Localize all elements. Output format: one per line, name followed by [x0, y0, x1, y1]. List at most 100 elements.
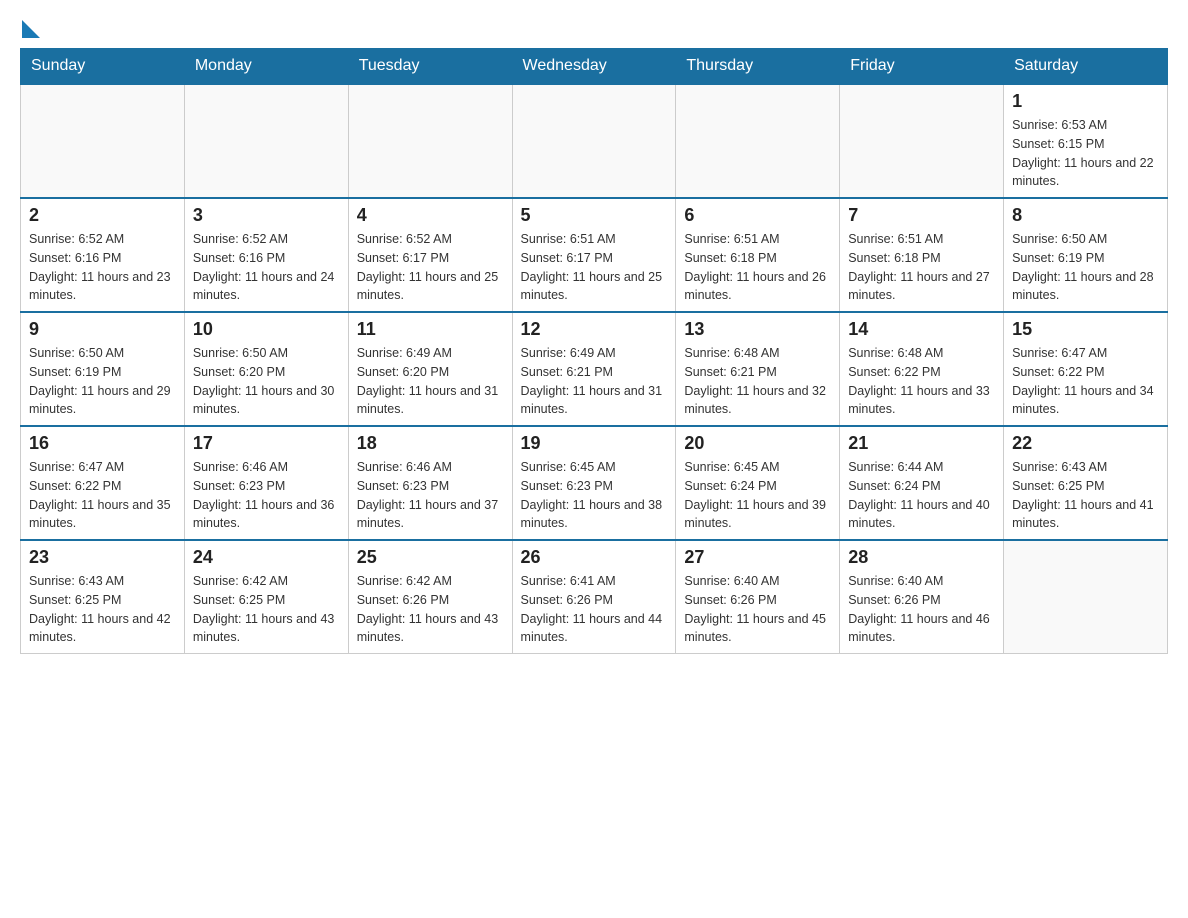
calendar-cell: 22Sunrise: 6:43 AMSunset: 6:25 PMDayligh… — [1004, 426, 1168, 540]
day-number: 20 — [684, 433, 831, 454]
calendar-cell: 17Sunrise: 6:46 AMSunset: 6:23 PMDayligh… — [184, 426, 348, 540]
calendar-cell: 8 Sunrise: 6:50 AMSunset: 6:19 PMDaylight… — [1004, 198, 1168, 312]
day-number: 8 — [1012, 205, 1159, 226]
day-info: Sunrise: 6:46 AMSunset: 6:23 PMDaylight:… — [357, 458, 504, 533]
day-info: Sunrise: 6:40 AMSunset: 6:26 PMDaylight:… — [684, 572, 831, 647]
calendar-cell — [184, 84, 348, 198]
day-number: 9 — [29, 319, 176, 340]
calendar-cell: 12 Sunrise: 6:49 AMSunset: 6:21 PMDayligh… — [512, 312, 676, 426]
day-info: Sunrise: 6:51 AMSunset: 6:18 PMDaylight:… — [848, 230, 995, 305]
day-number: 12 — [521, 319, 668, 340]
day-info: Sunrise: 6:51 AMSunset: 6:17 PMDaylight:… — [521, 230, 668, 305]
calendar-cell: 13 Sunrise: 6:48 AMSunset: 6:21 PMDayligh… — [676, 312, 840, 426]
calendar-cell: 18 Sunrise: 6:46 AMSunset: 6:23 PMDayligh… — [348, 426, 512, 540]
header-monday: Monday — [184, 49, 348, 85]
day-info: Sunrise: 6:40 AMSunset: 6:26 PMDaylight:… — [848, 572, 995, 647]
day-info: Sunrise: 6:44 AMSunset: 6:24 PMDaylight:… — [848, 458, 995, 533]
day-number: 26 — [521, 547, 668, 568]
calendar-cell: 5 Sunrise: 6:51 AMSunset: 6:17 PMDaylight… — [512, 198, 676, 312]
calendar-cell: 24Sunrise: 6:42 AMSunset: 6:25 PMDayligh… — [184, 540, 348, 654]
day-info: Sunrise: 6:52 AMSunset: 6:16 PMDaylight:… — [29, 230, 176, 305]
calendar-week-2: 9Sunrise: 6:50 AMSunset: 6:19 PMDaylight… — [21, 312, 1168, 426]
day-number: 21 — [848, 433, 995, 454]
calendar-week-3: 16 Sunrise: 6:47 AMSunset: 6:22 PMDayligh… — [21, 426, 1168, 540]
calendar-week-1: 2Sunrise: 6:52 AMSunset: 6:16 PMDaylight… — [21, 198, 1168, 312]
day-info: Sunrise: 6:41 AMSunset: 6:26 PMDaylight:… — [521, 572, 668, 647]
logo — [20, 20, 40, 38]
day-info: Sunrise: 6:45 AMSunset: 6:23 PMDaylight:… — [521, 458, 668, 533]
calendar-cell: 23 Sunrise: 6:43 AMSunset: 6:25 PMDayligh… — [21, 540, 185, 654]
calendar-cell: 10 Sunrise: 6:50 AMSunset: 6:20 PMDayligh… — [184, 312, 348, 426]
page-header — [20, 20, 1168, 38]
day-info: Sunrise: 6:43 AMSunset: 6:25 PMDaylight:… — [1012, 458, 1159, 533]
calendar-cell — [21, 84, 185, 198]
header-sunday: Sunday — [21, 49, 185, 85]
calendar-cell: 1Sunrise: 6:53 AMSunset: 6:15 PMDaylight… — [1004, 84, 1168, 198]
logo-arrow-icon — [22, 20, 40, 38]
calendar-cell: 16 Sunrise: 6:47 AMSunset: 6:22 PMDayligh… — [21, 426, 185, 540]
day-number: 28 — [848, 547, 995, 568]
calendar-cell: 26 Sunrise: 6:41 AMSunset: 6:26 PMDayligh… — [512, 540, 676, 654]
header-wednesday: Wednesday — [512, 49, 676, 85]
calendar-cell: 4 Sunrise: 6:52 AMSunset: 6:17 PMDaylight… — [348, 198, 512, 312]
header-friday: Friday — [840, 49, 1004, 85]
calendar-cell — [1004, 540, 1168, 654]
day-number: 15 — [1012, 319, 1159, 340]
header-tuesday: Tuesday — [348, 49, 512, 85]
calendar-cell: 20 Sunrise: 6:45 AMSunset: 6:24 PMDayligh… — [676, 426, 840, 540]
calendar-cell: 28 Sunrise: 6:40 AMSunset: 6:26 PMDayligh… — [840, 540, 1004, 654]
day-info: Sunrise: 6:53 AMSunset: 6:15 PMDaylight:… — [1012, 116, 1159, 191]
day-info: Sunrise: 6:42 AMSunset: 6:26 PMDaylight:… — [357, 572, 504, 647]
day-number: 3 — [193, 205, 340, 226]
day-info: Sunrise: 6:45 AMSunset: 6:24 PMDaylight:… — [684, 458, 831, 533]
day-info: Sunrise: 6:49 AMSunset: 6:20 PMDaylight:… — [357, 344, 504, 419]
header-saturday: Saturday — [1004, 49, 1168, 85]
calendar-cell — [840, 84, 1004, 198]
day-number: 14 — [848, 319, 995, 340]
day-number: 16 — [29, 433, 176, 454]
day-info: Sunrise: 6:51 AMSunset: 6:18 PMDaylight:… — [684, 230, 831, 305]
day-number: 13 — [684, 319, 831, 340]
calendar-cell — [348, 84, 512, 198]
day-number: 10 — [193, 319, 340, 340]
day-number: 11 — [357, 319, 504, 340]
calendar-cell: 3 Sunrise: 6:52 AMSunset: 6:16 PMDaylight… — [184, 198, 348, 312]
day-info: Sunrise: 6:49 AMSunset: 6:21 PMDaylight:… — [521, 344, 668, 419]
calendar-cell: 6 Sunrise: 6:51 AMSunset: 6:18 PMDaylight… — [676, 198, 840, 312]
day-info: Sunrise: 6:42 AMSunset: 6:25 PMDaylight:… — [193, 572, 340, 647]
calendar-cell: 15 Sunrise: 6:47 AMSunset: 6:22 PMDayligh… — [1004, 312, 1168, 426]
day-info: Sunrise: 6:52 AMSunset: 6:16 PMDaylight:… — [193, 230, 340, 305]
calendar-cell: 7 Sunrise: 6:51 AMSunset: 6:18 PMDaylight… — [840, 198, 1004, 312]
day-number: 19 — [521, 433, 668, 454]
day-info: Sunrise: 6:48 AMSunset: 6:21 PMDaylight:… — [684, 344, 831, 419]
day-number: 7 — [848, 205, 995, 226]
day-info: Sunrise: 6:48 AMSunset: 6:22 PMDaylight:… — [848, 344, 995, 419]
calendar-table: SundayMondayTuesdayWednesdayThursdayFrid… — [20, 48, 1168, 654]
calendar-cell: 21 Sunrise: 6:44 AMSunset: 6:24 PMDayligh… — [840, 426, 1004, 540]
day-info: Sunrise: 6:43 AMSunset: 6:25 PMDaylight:… — [29, 572, 176, 647]
day-info: Sunrise: 6:47 AMSunset: 6:22 PMDaylight:… — [1012, 344, 1159, 419]
calendar-cell: 25 Sunrise: 6:42 AMSunset: 6:26 PMDayligh… — [348, 540, 512, 654]
calendar-header-row: SundayMondayTuesdayWednesdayThursdayFrid… — [21, 49, 1168, 85]
calendar-cell: 11 Sunrise: 6:49 AMSunset: 6:20 PMDayligh… — [348, 312, 512, 426]
calendar-cell — [512, 84, 676, 198]
calendar-cell: 9Sunrise: 6:50 AMSunset: 6:19 PMDaylight… — [21, 312, 185, 426]
day-number: 25 — [357, 547, 504, 568]
calendar-cell: 27 Sunrise: 6:40 AMSunset: 6:26 PMDayligh… — [676, 540, 840, 654]
header-thursday: Thursday — [676, 49, 840, 85]
day-number: 6 — [684, 205, 831, 226]
day-number: 5 — [521, 205, 668, 226]
day-number: 4 — [357, 205, 504, 226]
calendar-week-4: 23 Sunrise: 6:43 AMSunset: 6:25 PMDayligh… — [21, 540, 1168, 654]
day-number: 23 — [29, 547, 176, 568]
day-info: Sunrise: 6:50 AMSunset: 6:19 PMDaylight:… — [1012, 230, 1159, 305]
day-info: Sunrise: 6:47 AMSunset: 6:22 PMDaylight:… — [29, 458, 176, 533]
calendar-cell: 19 Sunrise: 6:45 AMSunset: 6:23 PMDayligh… — [512, 426, 676, 540]
day-info: Sunrise: 6:50 AMSunset: 6:20 PMDaylight:… — [193, 344, 340, 419]
day-info: Sunrise: 6:52 AMSunset: 6:17 PMDaylight:… — [357, 230, 504, 305]
day-number: 27 — [684, 547, 831, 568]
calendar-cell: 2Sunrise: 6:52 AMSunset: 6:16 PMDaylight… — [21, 198, 185, 312]
calendar-week-0: 1Sunrise: 6:53 AMSunset: 6:15 PMDaylight… — [21, 84, 1168, 198]
calendar-cell — [676, 84, 840, 198]
day-number: 18 — [357, 433, 504, 454]
